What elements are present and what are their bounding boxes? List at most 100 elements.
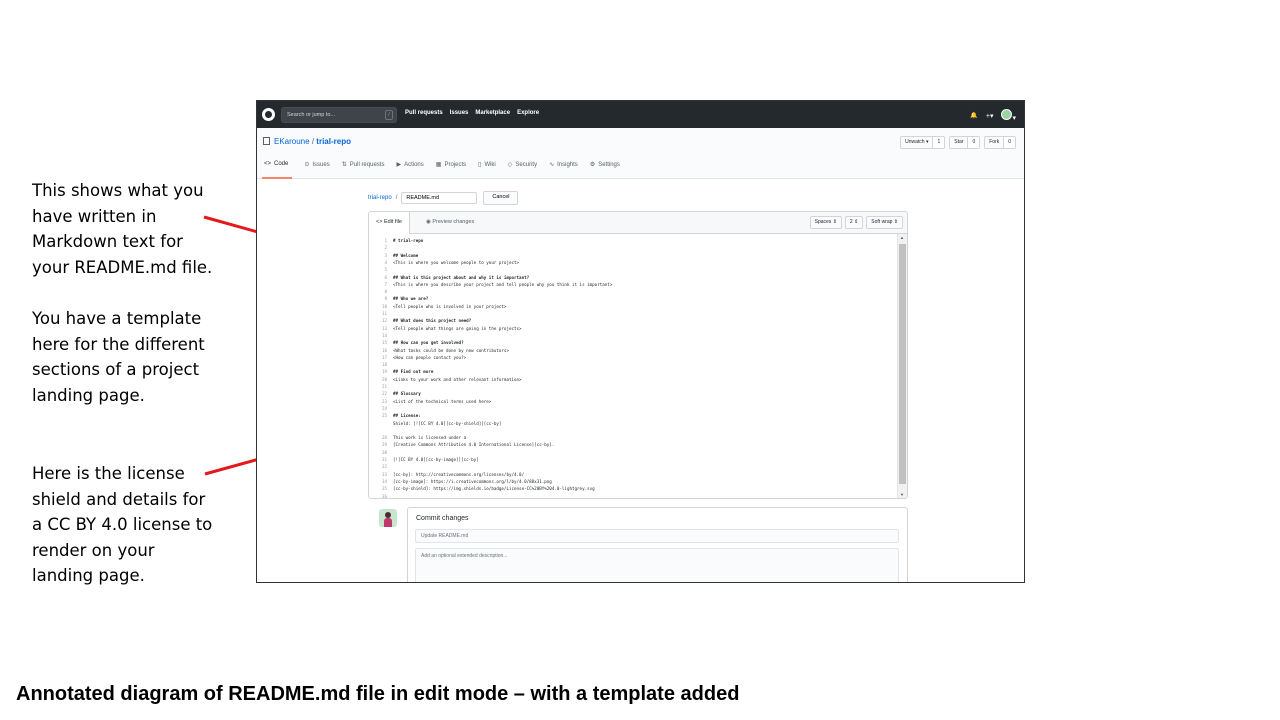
code-line[interactable]: 13 <Tell people what things are going in …	[369, 325, 522, 332]
user-menu[interactable]: ▾	[1001, 109, 1016, 122]
annotation-line: sections of a project	[32, 360, 200, 379]
tab-issues[interactable]: ⊙ Issues	[304, 161, 329, 179]
nav-pull-requests[interactable]: Pull requests	[405, 110, 443, 116]
nav-issues[interactable]: Issues	[450, 110, 469, 116]
code-line[interactable]: 9 ## Who we are?	[369, 295, 428, 302]
annotation-line: landing page.	[32, 385, 145, 405]
line-number: 4	[384, 259, 387, 265]
code-line[interactable]: 21	[369, 383, 393, 390]
search-input[interactable]	[287, 109, 377, 120]
breadcrumb-repo-link[interactable]: trial-repo	[368, 195, 392, 201]
code-line[interactable]: 11	[369, 310, 393, 317]
code-line[interactable]: 18	[369, 361, 393, 368]
line-text: <Tell people what things are going in th…	[393, 325, 522, 331]
nav-marketplace[interactable]: Marketplace	[475, 110, 510, 116]
code-line[interactable]: 22 ## Glossary	[369, 390, 421, 397]
committer-avatar	[379, 509, 397, 527]
code-line[interactable]: 31 [![CC BY 4.0][cc-by-image]][cc-by]	[369, 456, 479, 463]
wrap-mode-select[interactable]: Soft wrap ⇕	[866, 216, 903, 229]
filename-input[interactable]	[401, 192, 478, 204]
watch-button[interactable]: Unwatch ▾ 1	[900, 136, 946, 149]
line-number: 21	[381, 384, 387, 389]
watch-count[interactable]: 1	[932, 137, 945, 148]
code-line[interactable]: 7 <This is where you describe your projec…	[369, 281, 612, 288]
code-line[interactable]: 17 <How can people contact you?>	[369, 354, 466, 361]
line-text: [Creative Commons Attribution 4.0 Intern…	[393, 442, 555, 448]
annotation-line: This shows what you	[32, 181, 204, 200]
scroll-up-icon[interactable]: ▲	[900, 235, 904, 240]
watch-label: Unwatch ▾	[905, 139, 929, 145]
indent-size-select[interactable]: 2 ⇕	[844, 216, 864, 229]
github-header: / Pull requests Issues Marketplace Explo…	[257, 101, 1024, 128]
fork-count[interactable]: 0	[1003, 137, 1015, 148]
code-line[interactable]: 1 # trial-repo	[369, 237, 423, 244]
code-line[interactable]: 28 This work is licensed under a	[369, 434, 466, 441]
code-line[interactable]: 33 [cc-by]: http://creativecommons.org/li…	[369, 471, 524, 478]
indent-mode-select[interactable]: Spaces ⇕	[809, 216, 842, 229]
tab-actions[interactable]: ▶ Actions	[396, 161, 423, 179]
code-line[interactable]	[369, 427, 393, 434]
tab-code[interactable]: <> Code	[262, 161, 293, 179]
code-line[interactable]: 14	[369, 332, 393, 339]
cancel-button[interactable]: Cancel	[483, 191, 519, 205]
code-line[interactable]: Shield: [![CC BY 4.0][cc-by-shield]][cc-…	[369, 420, 501, 427]
code-line[interactable]: 3 ## Welcome	[369, 252, 418, 259]
tab-security[interactable]: ◇ Security	[508, 161, 537, 179]
scroll-down-icon[interactable]: ▼	[900, 492, 904, 497]
tab-projects[interactable]: ▦ Projects	[436, 161, 466, 179]
star-button[interactable]: Star 0	[949, 136, 981, 149]
line-text: [cc-by-image]: https://i.creativecommons…	[393, 478, 552, 484]
chevron-down-icon: ▾	[1012, 115, 1016, 122]
plus-menu-icon[interactable]: +▾	[986, 112, 994, 120]
repo-name-link[interactable]: trial-repo	[316, 137, 351, 146]
code-line[interactable]: 5	[369, 266, 393, 273]
commit-title-input[interactable]	[415, 529, 899, 543]
tab-insights[interactable]: ∿ Insights	[549, 161, 578, 179]
code-line[interactable]: 24	[369, 405, 393, 412]
code-line[interactable]: 10 <Tell people who is involved in your p…	[369, 303, 507, 310]
tab-pull-requests[interactable]: ⇅ Pull requests	[342, 161, 385, 179]
repo-header: EKaroune / trial-repo Unwatch ▾ 1 Star 0 F…	[257, 128, 1024, 179]
tab-settings[interactable]: ⚙ Settings	[590, 161, 620, 179]
line-number: 10	[381, 303, 387, 309]
fork-button[interactable]: Fork 0	[984, 136, 1016, 149]
code-line[interactable]: 6 ## What is this project about and why i…	[369, 274, 529, 281]
annotation-note-license: Here is the license shield and details fo…	[32, 461, 232, 589]
code-line[interactable]: 4 <This is where you welcome people to yo…	[369, 259, 519, 266]
code-line[interactable]: 8	[369, 288, 393, 295]
code-line[interactable]: 32	[369, 463, 393, 470]
scrollbar[interactable]: ▲ ▼	[897, 234, 907, 498]
code-line[interactable]: 19 ## Find out more	[369, 368, 433, 375]
shield-icon: ◇	[507, 162, 513, 168]
line-number: 16	[381, 347, 387, 353]
github-logo-icon[interactable]	[262, 108, 275, 121]
code-area[interactable]: 1 # trial-repo 2 3 ## Welcome 4 <This is where…	[369, 237, 897, 499]
line-text: <List of the technical terms used here>	[393, 398, 492, 404]
code-line[interactable]: 12 ## What does this project need?	[369, 317, 471, 324]
repo-owner-link[interactable]: EKaroune	[274, 137, 310, 146]
code-line[interactable]: 20 <Links to your work and other relevant…	[369, 376, 522, 383]
code-line[interactable]: 2	[369, 244, 393, 251]
scrollbar-thumb[interactable]	[899, 244, 906, 484]
commit-changes-panel: Commit changes	[407, 507, 908, 582]
code-line[interactable]: 16 <What tasks could be done by new contr…	[369, 347, 509, 354]
code-line[interactable]: 36	[369, 493, 393, 499]
code-line[interactable]: 25 ## License:	[369, 412, 421, 419]
bell-icon[interactable]: 🔔	[970, 112, 977, 119]
tab-wiki[interactable]: ▯ Wiki	[478, 161, 496, 179]
line-text: [![CC BY 4.0][cc-by-image]][cc-by]	[393, 457, 479, 462]
code-line[interactable]: 34 [cc-by-image]: https://i.creativecommo…	[369, 478, 552, 485]
code-line[interactable]: 23 <List of the technical terms used here…	[369, 398, 491, 405]
search-box[interactable]: /	[281, 107, 397, 123]
code-line[interactable]: 35 [cc-by-shield]: https://img.shields.io…	[369, 485, 595, 492]
issue-icon: ⊙	[304, 162, 310, 168]
code-line[interactable]: 30	[369, 449, 393, 456]
annotation-line: your README.md file.	[32, 257, 213, 277]
tab-edit-file[interactable]: <> Edit file	[369, 212, 410, 234]
nav-explore[interactable]: Explore	[517, 110, 539, 116]
commit-description-input[interactable]	[415, 548, 899, 582]
code-line[interactable]: 15 ## How can you get involved?	[369, 339, 464, 346]
code-line[interactable]: 29 [Creative Commons Attribution 4.0 Inte…	[369, 441, 554, 448]
star-count[interactable]: 0	[967, 137, 980, 148]
tab-preview-changes[interactable]: ◉ Preview changes	[419, 212, 481, 233]
